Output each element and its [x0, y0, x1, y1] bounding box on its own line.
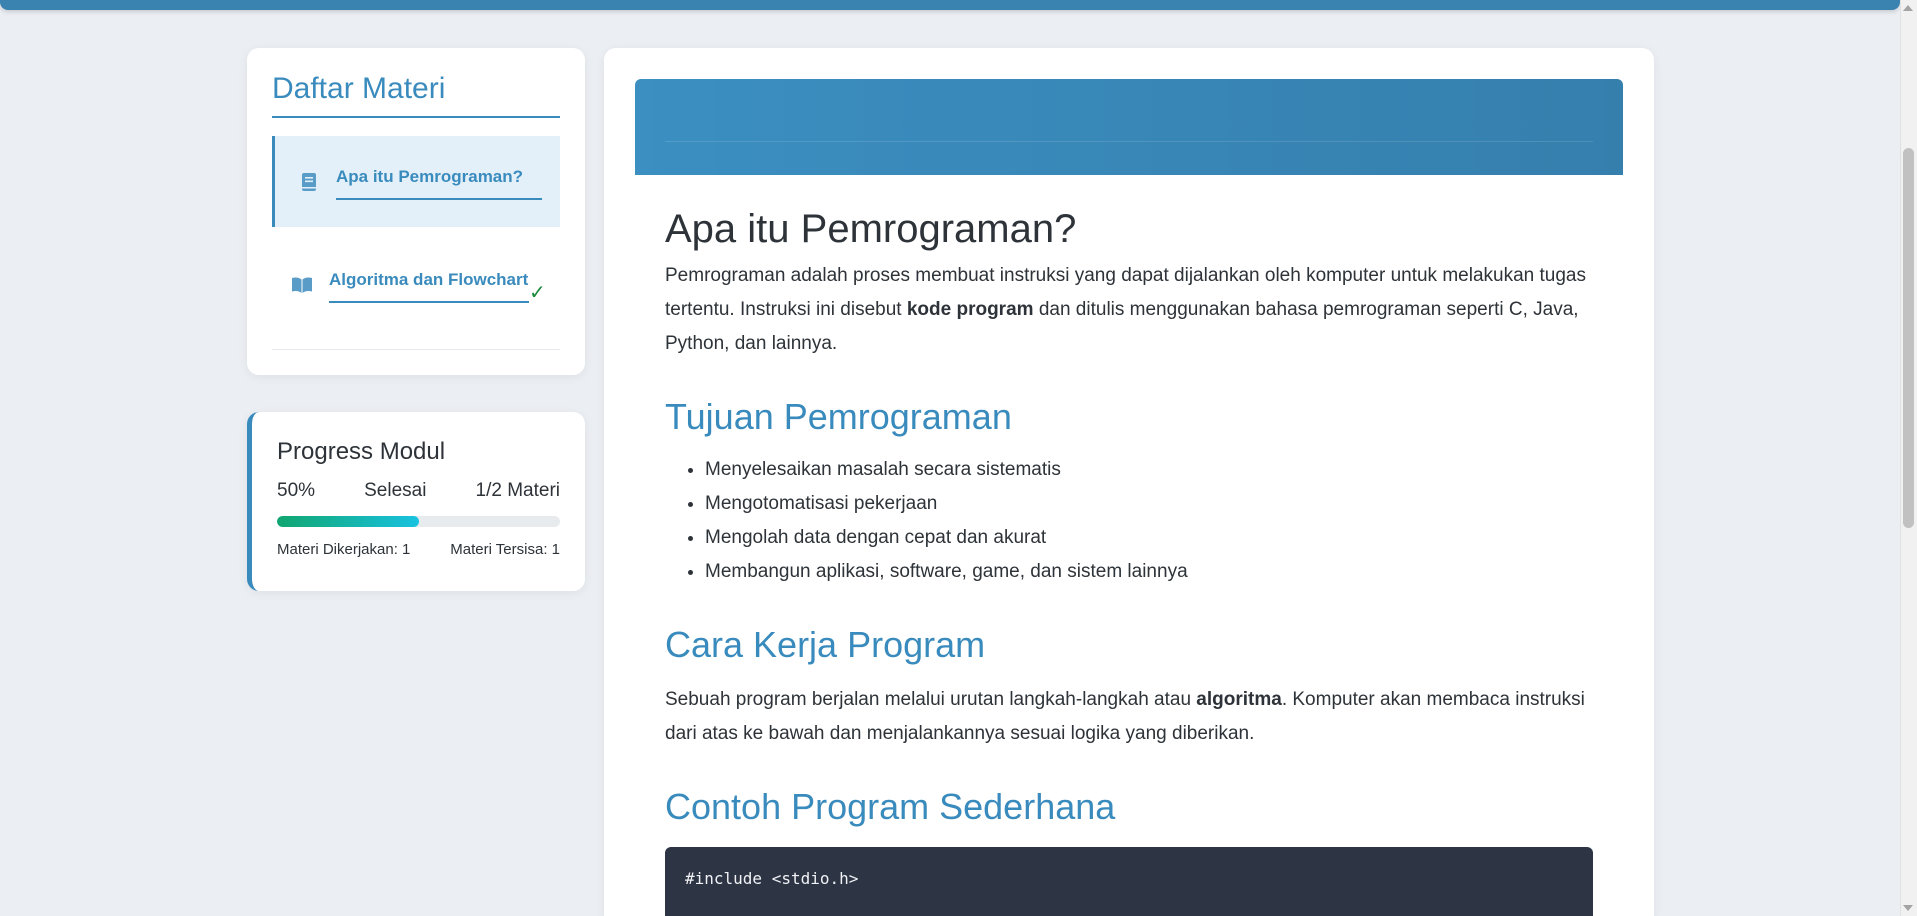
- lesson-title: Apa itu Pemrograman?: [665, 207, 1077, 251]
- progress-summary: 50% Selesai 1/2 Materi: [277, 480, 560, 502]
- progress-bar: [277, 516, 560, 527]
- lesson-body: Apa itu Pemrograman? Pemrograman adalah …: [635, 175, 1623, 916]
- example-heading: Contoh Program Sederhana: [665, 786, 1116, 827]
- book-icon: [302, 172, 316, 191]
- lesson-label: Apa itu Pemrograman?: [336, 164, 542, 200]
- progress-footer: Materi Dikerjakan: 1 Materi Tersisa: 1: [277, 541, 560, 558]
- lesson-item-apa-itu-pemrograman[interactable]: Apa itu Pemrograman?: [272, 136, 560, 227]
- remaining-count: Materi Tersisa: 1: [450, 541, 560, 558]
- scroll-up-icon[interactable]: [1903, 5, 1913, 11]
- lesson-label: Algoritma dan Flowchart: [329, 267, 529, 303]
- banner-divider: [665, 141, 1593, 142]
- progress-card: Progress Modul 50% Selesai 1/2 Materi Ma…: [247, 412, 585, 591]
- top-navbar: [0, 0, 1900, 10]
- goals-heading: Tujuan Pemrograman: [665, 396, 1012, 437]
- divider: [272, 349, 560, 350]
- lesson-list-title: Daftar Materi: [272, 72, 560, 118]
- progress-percent: 50%: [277, 480, 316, 501]
- progress-count: 1/2 Materi: [475, 480, 560, 501]
- list-item: Mengotomatisasi pekerjaan: [705, 487, 1593, 521]
- how-it-works-paragraph: Sebuah program berjalan melalui urutan l…: [665, 689, 1585, 744]
- progress-bar-fill: [277, 516, 419, 527]
- open-book-icon: [292, 277, 312, 293]
- lesson-content-card: Apa itu Pemrograman? Pemrograman adalah …: [604, 48, 1654, 916]
- intro-paragraph: Pemrograman adalah proses membuat instru…: [665, 265, 1586, 354]
- lesson-list-card: Daftar Materi Apa itu Pemrograman? Algor…: [247, 48, 585, 375]
- page-scrollbar[interactable]: [1900, 0, 1917, 916]
- lesson-item-algoritma-flowchart[interactable]: Algoritma dan Flowchart ✓: [272, 241, 560, 329]
- content-header-banner: [635, 79, 1623, 175]
- progress-status: Selesai: [364, 480, 427, 501]
- code-block[interactable]: #include <stdio.h>: [665, 847, 1593, 916]
- how-it-works-heading: Cara Kerja Program: [665, 624, 986, 665]
- list-item: Mengolah data dengan cepat dan akurat: [705, 521, 1593, 555]
- done-count: Materi Dikerjakan: 1: [277, 541, 411, 558]
- completed-check-icon: ✓: [529, 281, 546, 304]
- scroll-down-icon[interactable]: [1903, 905, 1913, 911]
- list-item: Menyelesaikan masalah secara sistematis: [705, 453, 1593, 487]
- list-item: Membangun aplikasi, software, game, dan …: [705, 555, 1593, 589]
- scrollbar-thumb[interactable]: [1903, 148, 1914, 528]
- progress-title: Progress Modul: [277, 438, 446, 465]
- goals-list: Menyelesaikan masalah secara sistematis …: [665, 453, 1593, 589]
- code-line: #include <stdio.h>: [685, 869, 859, 888]
